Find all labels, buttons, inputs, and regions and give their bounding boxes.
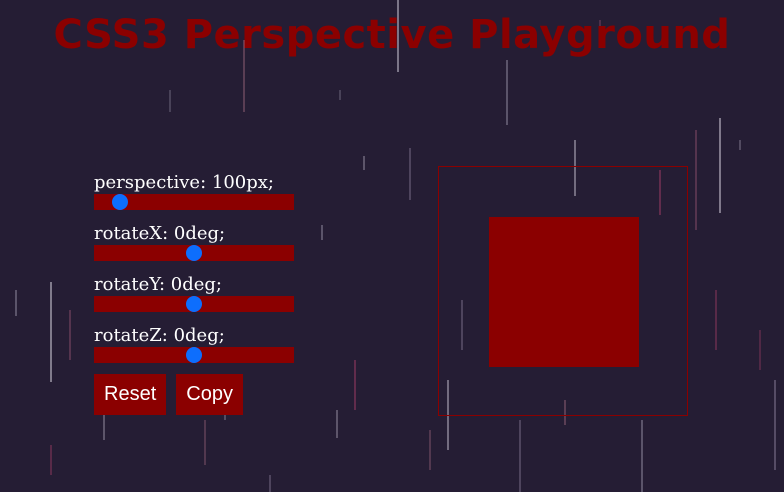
- controls-panel: perspective: 100px; rotateX: 0deg; rotat…: [94, 172, 304, 376]
- perspective-slider[interactable]: [94, 194, 294, 210]
- page-title: CSS3 Perspective Playground: [53, 12, 731, 58]
- slider-thumb-icon[interactable]: [186, 296, 202, 312]
- action-buttons: Reset Copy: [94, 374, 243, 415]
- copy-button[interactable]: Copy: [176, 374, 243, 415]
- rotatex-slider[interactable]: [94, 245, 294, 261]
- rotatex-control: rotateX: 0deg;: [94, 223, 304, 274]
- transformed-box: [489, 217, 639, 367]
- rotatez-label: rotateZ: 0deg;: [94, 325, 225, 346]
- rotatez-control: rotateZ: 0deg;: [94, 325, 304, 376]
- slider-thumb-icon[interactable]: [112, 194, 128, 210]
- slider-thumb-icon[interactable]: [186, 245, 202, 261]
- slider-thumb-icon[interactable]: [186, 347, 202, 363]
- rotatey-control: rotateY: 0deg;: [94, 274, 304, 325]
- rotatez-slider[interactable]: [94, 347, 294, 363]
- perspective-label: perspective: 100px;: [94, 172, 274, 193]
- perspective-stage: [438, 166, 688, 416]
- reset-button[interactable]: Reset: [94, 374, 167, 415]
- rotatey-slider[interactable]: [94, 296, 294, 312]
- rotatex-label: rotateX: 0deg;: [94, 223, 226, 244]
- perspective-control: perspective: 100px;: [94, 172, 304, 223]
- rotatey-label: rotateY: 0deg;: [94, 274, 222, 295]
